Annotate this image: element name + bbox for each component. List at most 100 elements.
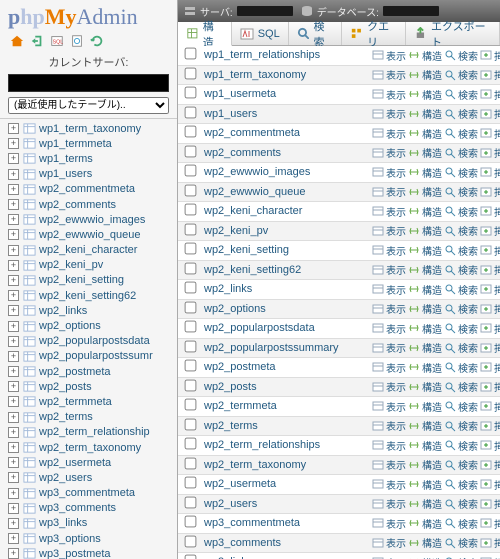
nav-table-link[interactable]: wp1_termmeta bbox=[39, 138, 112, 150]
table-link[interactable]: wp1_term_taxonomy bbox=[204, 69, 306, 81]
nav-table-link[interactable]: wp3_postmeta bbox=[39, 548, 111, 559]
nav-tree-item[interactable]: +wp3_commentmeta bbox=[0, 486, 177, 501]
row-checkbox[interactable] bbox=[184, 418, 196, 430]
action-structure[interactable]: 構造 bbox=[408, 340, 442, 355]
expand-icon[interactable]: + bbox=[8, 457, 19, 468]
action-structure[interactable]: 構造 bbox=[408, 555, 442, 559]
action-structure[interactable]: 構造 bbox=[408, 262, 442, 277]
nav-table-link[interactable]: wp2_comments bbox=[39, 199, 116, 211]
action-browse[interactable]: 表示 bbox=[372, 496, 406, 511]
nav-table-link[interactable]: wp2_keni_character bbox=[39, 244, 137, 256]
action-insert[interactable]: 挿 bbox=[480, 223, 500, 238]
nav-table-link[interactable]: wp3_comments bbox=[39, 502, 116, 514]
nav-table-link[interactable]: wp3_links bbox=[39, 517, 87, 529]
action-search[interactable]: 検索 bbox=[444, 262, 478, 277]
action-search[interactable]: 検索 bbox=[444, 243, 478, 258]
action-search[interactable]: 検索 bbox=[444, 360, 478, 375]
expand-icon[interactable]: + bbox=[8, 229, 19, 240]
nav-tree-item[interactable]: +wp2_terms bbox=[0, 410, 177, 425]
table-link[interactable]: wp3_commentmeta bbox=[204, 517, 300, 529]
expand-icon[interactable]: + bbox=[8, 548, 19, 559]
action-search[interactable]: 検索 bbox=[444, 496, 478, 511]
expand-icon[interactable]: + bbox=[8, 366, 19, 377]
row-checkbox[interactable] bbox=[184, 477, 196, 489]
action-insert[interactable]: 挿 bbox=[480, 496, 500, 511]
nav-tree-item[interactable]: + wp2_posts bbox=[0, 379, 177, 394]
table-link[interactable]: wp1_term_relationships bbox=[204, 49, 320, 61]
action-search[interactable]: 検索 bbox=[444, 379, 478, 394]
row-checkbox[interactable] bbox=[184, 243, 196, 255]
logout-icon[interactable] bbox=[30, 34, 44, 48]
action-search[interactable]: 検索 bbox=[444, 48, 478, 63]
expand-icon[interactable]: + bbox=[8, 123, 19, 134]
nav-table-link[interactable]: wp2_term_taxonomy bbox=[39, 442, 141, 454]
action-insert[interactable]: 挿 bbox=[480, 301, 500, 316]
table-link[interactable]: wp2_keni_setting62 bbox=[204, 264, 301, 276]
nav-tree-item[interactable]: +wp2_options bbox=[0, 318, 177, 333]
action-search[interactable]: 検索 bbox=[444, 399, 478, 414]
action-insert[interactable]: 挿 bbox=[480, 262, 500, 277]
row-checkbox[interactable] bbox=[184, 340, 196, 352]
row-checkbox[interactable] bbox=[184, 87, 196, 99]
action-browse[interactable]: 表示 bbox=[372, 301, 406, 316]
action-search[interactable]: 検索 bbox=[444, 516, 478, 531]
action-search[interactable]: 検索 bbox=[444, 126, 478, 141]
expand-icon[interactable]: + bbox=[8, 336, 19, 347]
action-structure[interactable]: 構造 bbox=[408, 87, 442, 102]
nav-table-link[interactable]: wp3_options bbox=[39, 533, 101, 545]
action-insert[interactable]: 挿 bbox=[480, 399, 500, 414]
action-insert[interactable]: 挿 bbox=[480, 48, 500, 63]
action-structure[interactable]: 構造 bbox=[408, 535, 442, 550]
table-link[interactable]: wp2_terms bbox=[204, 420, 258, 432]
action-browse[interactable]: 表示 bbox=[372, 262, 406, 277]
action-insert[interactable]: 挿 bbox=[480, 282, 500, 297]
docs-icon[interactable] bbox=[70, 34, 84, 48]
action-insert[interactable]: 挿 bbox=[480, 516, 500, 531]
table-link[interactable]: wp2_options bbox=[204, 303, 266, 315]
nav-table-link[interactable]: wp2_terms bbox=[39, 411, 93, 423]
action-browse[interactable]: 表示 bbox=[372, 321, 406, 336]
table-link[interactable]: wp2_postmeta bbox=[204, 361, 276, 373]
row-checkbox[interactable] bbox=[184, 535, 196, 547]
expand-icon[interactable]: + bbox=[8, 381, 19, 392]
action-browse[interactable]: 表示 bbox=[372, 204, 406, 219]
row-checkbox[interactable] bbox=[184, 106, 196, 118]
nav-table-link[interactable]: wp2_posts bbox=[39, 381, 92, 393]
nav-tree-item[interactable]: +wp2_keni_setting bbox=[0, 273, 177, 288]
action-insert[interactable]: 挿 bbox=[480, 340, 500, 355]
action-structure[interactable]: 構造 bbox=[408, 243, 442, 258]
row-checkbox[interactable] bbox=[184, 262, 196, 274]
action-search[interactable]: 検索 bbox=[444, 165, 478, 180]
sql-icon[interactable]: SQL bbox=[50, 34, 64, 48]
row-checkbox[interactable] bbox=[184, 204, 196, 216]
table-link[interactable]: wp2_links bbox=[204, 283, 252, 295]
action-search[interactable]: 検索 bbox=[444, 535, 478, 550]
nav-table-link[interactable]: wp2_keni_setting62 bbox=[39, 290, 136, 302]
action-insert[interactable]: 挿 bbox=[480, 418, 500, 433]
action-search[interactable]: 検索 bbox=[444, 67, 478, 82]
table-link[interactable]: wp2_popularpostssummary bbox=[204, 342, 339, 354]
action-structure[interactable]: 構造 bbox=[408, 67, 442, 82]
recent-tables-select[interactable]: (最近使用したテーブル).. bbox=[8, 97, 169, 114]
table-link[interactable]: wp2_keni_pv bbox=[204, 225, 268, 237]
nav-table-link[interactable]: wp3_commentmeta bbox=[39, 487, 135, 499]
table-link[interactable]: wp2_commentmeta bbox=[204, 127, 300, 139]
expand-icon[interactable]: + bbox=[8, 533, 19, 544]
action-browse[interactable]: 表示 bbox=[372, 379, 406, 394]
action-structure[interactable]: 構造 bbox=[408, 282, 442, 297]
nav-table-link[interactable]: wp2_usermeta bbox=[39, 457, 111, 469]
action-structure[interactable]: 構造 bbox=[408, 477, 442, 492]
nav-table-link[interactable]: wp1_term_taxonomy bbox=[39, 123, 141, 135]
expand-icon[interactable]: + bbox=[8, 518, 19, 529]
server-select[interactable] bbox=[8, 74, 169, 92]
reload-icon[interactable] bbox=[90, 34, 104, 48]
tab-structure[interactable]: 構造 bbox=[178, 22, 232, 46]
action-search[interactable]: 検索 bbox=[444, 340, 478, 355]
table-link[interactable]: wp2_termmeta bbox=[204, 400, 277, 412]
expand-icon[interactable]: + bbox=[8, 396, 19, 407]
nav-table-link[interactable]: wp1_terms bbox=[39, 153, 93, 165]
action-search[interactable]: 検索 bbox=[444, 87, 478, 102]
action-insert[interactable]: 挿 bbox=[480, 204, 500, 219]
action-search[interactable]: 検索 bbox=[444, 223, 478, 238]
table-link[interactable]: wp2_keni_character bbox=[204, 205, 302, 217]
